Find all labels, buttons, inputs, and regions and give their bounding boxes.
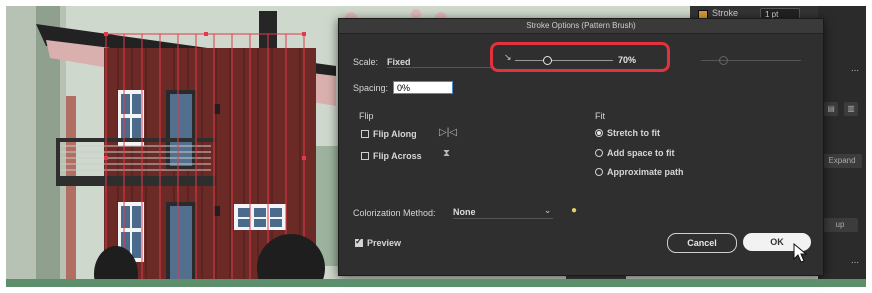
stretch-to-fit-radio[interactable] xyxy=(595,129,603,137)
scale-highlight-annotation xyxy=(490,42,670,72)
colorization-method-value: None xyxy=(453,207,476,217)
add-space-to-fit-label[interactable]: Add space to fit xyxy=(607,148,675,158)
scale-max-slider-track xyxy=(701,60,801,61)
spacing-input[interactable]: 0% xyxy=(393,81,453,94)
scale-mode-value: Fixed xyxy=(387,57,411,67)
add-space-to-fit-radio[interactable] xyxy=(595,149,603,157)
scale-value[interactable]: 70% xyxy=(618,55,636,65)
flip-along-icon: ▷|◁ xyxy=(439,127,457,138)
scale-label: Scale: xyxy=(353,57,379,67)
align-icon[interactable]: ▤ xyxy=(824,102,838,116)
expand-button[interactable]: Expand xyxy=(822,154,862,168)
flip-across-checkbox[interactable] xyxy=(361,152,369,160)
lightbulb-tips-icon[interactable]: ● xyxy=(571,205,577,216)
flip-across-icon: ⧗ xyxy=(443,148,451,159)
flip-across-label[interactable]: Flip Across xyxy=(373,151,422,161)
spacing-label: Spacing: xyxy=(353,83,389,93)
stretch-to-fit-label[interactable]: Stretch to fit xyxy=(607,128,660,138)
colorization-method-dropdown[interactable]: None ⌄ xyxy=(453,206,553,219)
panel-options-icon[interactable]: ⋯ xyxy=(848,64,862,78)
flip-along-checkbox[interactable] xyxy=(361,130,369,138)
flip-section-title: Flip xyxy=(359,111,374,121)
colorization-method-label: Colorization Method: xyxy=(353,208,436,218)
mouse-pointer-icon xyxy=(793,243,807,263)
scale-slider-thumb[interactable] xyxy=(543,56,552,65)
pen-tip-icon: ↘ xyxy=(504,52,512,62)
chevron-down-icon: ⌄ xyxy=(544,206,551,215)
dialog-title: Stroke Options (Pattern Brush) xyxy=(339,19,823,34)
approximate-path-radio[interactable] xyxy=(595,168,603,176)
panel-options-icon-lower[interactable]: ⋯ xyxy=(848,256,862,270)
scale-max-slider-thumb xyxy=(719,56,728,65)
fit-section-title: Fit xyxy=(595,111,605,121)
flip-along-label[interactable]: Flip Along xyxy=(373,129,417,139)
distribute-icon[interactable]: ▥ xyxy=(844,102,858,116)
properties-panel: ⋯ ▤ ▥ Expand up ⋯ xyxy=(818,6,866,287)
scale-slider-track[interactable] xyxy=(515,60,613,61)
preview-checkbox[interactable] xyxy=(355,236,363,247)
preview-label[interactable]: Preview xyxy=(367,238,401,248)
approximate-path-label[interactable]: Approximate path xyxy=(607,167,684,177)
cancel-button[interactable]: Cancel xyxy=(667,233,737,253)
canvas-bottom-foliage xyxy=(6,279,866,287)
stroke-label[interactable]: Stroke xyxy=(712,8,738,18)
stroke-options-dialog: Stroke Options (Pattern Brush) Scale: Fi… xyxy=(338,18,824,276)
scale-mode-dropdown[interactable]: Fixed xyxy=(387,57,491,68)
panel-setup-button[interactable]: up xyxy=(822,218,858,232)
